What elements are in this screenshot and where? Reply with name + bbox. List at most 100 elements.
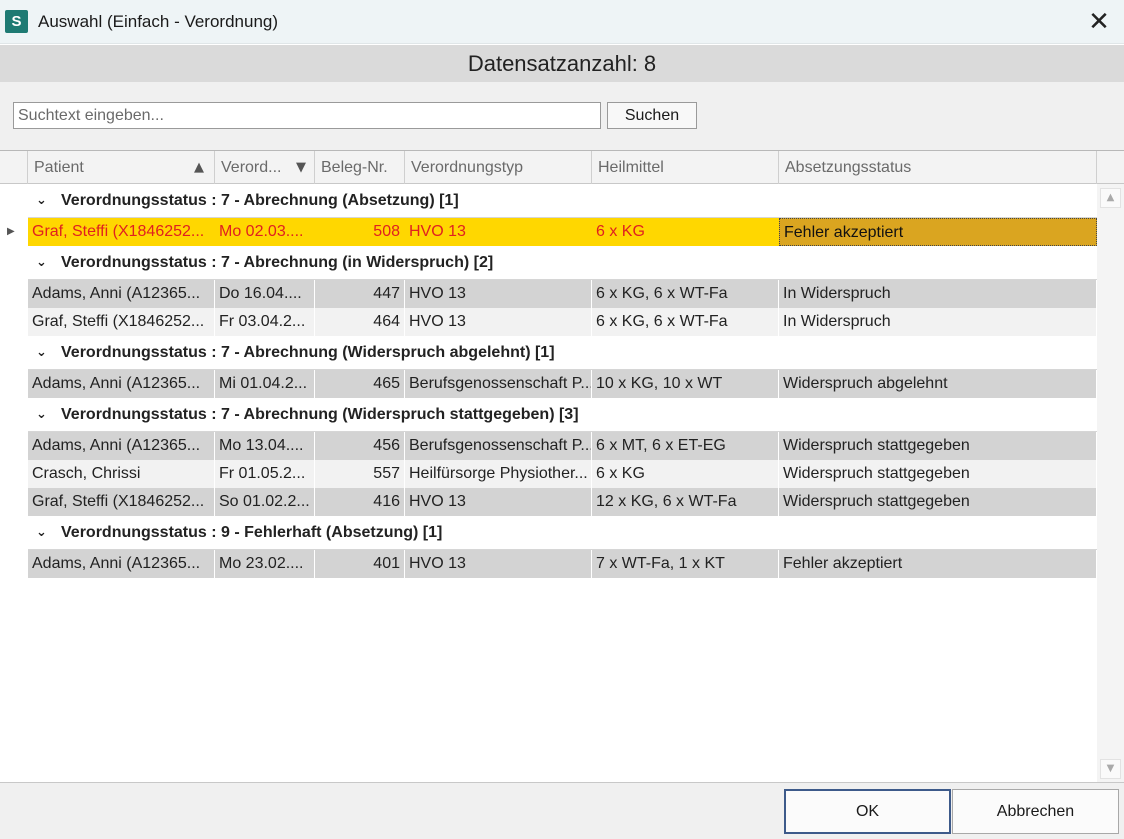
grid-body: ⌄ Verordnungsstatus : 7 - Abrechnung (Abs… bbox=[0, 184, 1097, 783]
column-header-belegnr[interactable]: Beleg-Nr. bbox=[315, 151, 405, 184]
column-header-verordnungstyp[interactable]: Verordnungstyp bbox=[405, 151, 592, 184]
sort-ascending-icon: ▲ bbox=[194, 160, 204, 175]
group-label: Verordnungsstatus : 7 - Abrechnung (Wide… bbox=[61, 406, 579, 423]
cell-belegnr[interactable]: 465 bbox=[315, 370, 405, 398]
cell-absetzungsstatus[interactable]: In Widerspruch bbox=[779, 280, 1097, 308]
table-row[interactable]: Graf, Steffi (X1846252... So 01.02.2... 41… bbox=[28, 488, 1097, 516]
group-label: Verordnungsstatus : 7 - Abrechnung (Abse… bbox=[61, 192, 459, 209]
search-button[interactable]: Suchen bbox=[607, 102, 697, 129]
column-header-patient[interactable]: Patient ▲ bbox=[28, 151, 215, 184]
cell-verordnungstyp[interactable]: Heilfürsorge Physiother... bbox=[405, 460, 592, 488]
scroll-up-icon[interactable]: ▲ bbox=[1100, 188, 1121, 208]
cell-verordnungsdatum[interactable]: Mo 13.04.... bbox=[215, 432, 315, 460]
group-row[interactable]: ⌄ Verordnungsstatus : 7 - Abrechnung (Abs… bbox=[28, 184, 1097, 218]
cell-heilmittel[interactable]: 6 x MT, 6 x ET-EG bbox=[592, 432, 779, 460]
cell-verordnungsdatum[interactable]: Mo 23.02.... bbox=[215, 550, 315, 578]
grid-header: Patient ▲ Verord... ▼ Beleg-Nr. Verordnu… bbox=[0, 151, 1124, 184]
table-row[interactable]: Crasch, Chrissi Fr 01.05.2... 557 Heilfürso… bbox=[28, 460, 1097, 488]
chevron-down-icon[interactable]: ⌄ bbox=[36, 516, 47, 550]
cancel-button[interactable]: Abbrechen bbox=[952, 789, 1119, 834]
cell-patient[interactable]: Graf, Steffi (X1846252... bbox=[28, 488, 215, 516]
chevron-down-icon[interactable]: ⌄ bbox=[36, 398, 47, 432]
group-row[interactable]: ⌄ Verordnungsstatus : 7 - Abrechnung (Wid… bbox=[28, 398, 1097, 432]
search-bar: Suchen bbox=[0, 82, 1124, 150]
dialog-footer: OK Abbrechen bbox=[0, 782, 1124, 839]
cell-absetzungsstatus[interactable]: Fehler akzeptiert bbox=[779, 218, 1097, 246]
cell-patient[interactable]: Graf, Steffi (X1846252... bbox=[28, 308, 215, 336]
cell-belegnr[interactable]: 557 bbox=[315, 460, 405, 488]
group-row[interactable]: ⌄ Verordnungsstatus : 9 - Fehlerhaft (Abs… bbox=[28, 516, 1097, 550]
cell-absetzungsstatus[interactable]: Fehler akzeptiert bbox=[779, 550, 1097, 578]
cell-absetzungsstatus[interactable]: Widerspruch abgelehnt bbox=[779, 370, 1097, 398]
cell-belegnr[interactable]: 508 bbox=[315, 218, 405, 246]
cell-verordnungstyp[interactable]: Berufsgenossenschaft P... bbox=[405, 370, 592, 398]
cell-heilmittel[interactable]: 7 x WT-Fa, 1 x KT bbox=[592, 550, 779, 578]
close-icon[interactable]: ✕ bbox=[1074, 0, 1124, 44]
cell-patient[interactable]: Adams, Anni (A12365... bbox=[28, 550, 215, 578]
current-row-indicator-icon: ▶ bbox=[7, 226, 15, 237]
table-row[interactable]: Adams, Anni (A12365... Mo 23.02.... 401 HVO… bbox=[28, 550, 1097, 578]
app-icon: S bbox=[5, 10, 28, 33]
cell-verordnungstyp[interactable]: HVO 13 bbox=[405, 488, 592, 516]
cell-heilmittel[interactable]: 6 x KG, 6 x WT-Fa bbox=[592, 308, 779, 336]
cell-belegnr[interactable]: 416 bbox=[315, 488, 405, 516]
cell-patient[interactable]: Crasch, Chrissi bbox=[28, 460, 215, 488]
ok-button[interactable]: OK bbox=[784, 789, 951, 834]
cell-heilmittel[interactable]: 6 x KG, 6 x WT-Fa bbox=[592, 280, 779, 308]
cell-patient[interactable]: Graf, Steffi (X1846252... bbox=[28, 218, 215, 246]
column-header-absetzungsstatus[interactable]: Absetzungsstatus bbox=[779, 151, 1097, 184]
chevron-down-icon[interactable]: ⌄ bbox=[36, 246, 47, 280]
cell-verordnungsdatum[interactable]: So 01.02.2... bbox=[215, 488, 315, 516]
cell-heilmittel[interactable]: 12 x KG, 6 x WT-Fa bbox=[592, 488, 779, 516]
cell-belegnr[interactable]: 401 bbox=[315, 550, 405, 578]
cell-verordnungsdatum[interactable]: Fr 03.04.2... bbox=[215, 308, 315, 336]
table-row[interactable]: Adams, Anni (A12365... Mi 01.04.2... 465 Be… bbox=[28, 370, 1097, 398]
sort-descending-icon: ▼ bbox=[296, 160, 306, 175]
cell-belegnr[interactable]: 464 bbox=[315, 308, 405, 336]
cell-heilmittel[interactable]: 6 x KG bbox=[592, 460, 779, 488]
column-header-label: Patient bbox=[34, 159, 84, 176]
scroll-down-icon[interactable]: ▼ bbox=[1100, 759, 1121, 779]
cell-verordnungstyp[interactable]: HVO 13 bbox=[405, 550, 592, 578]
group-label: Verordnungsstatus : 7 - Abrechnung (in W… bbox=[61, 254, 494, 271]
cell-patient[interactable]: Adams, Anni (A12365... bbox=[28, 280, 215, 308]
cell-heilmittel[interactable]: 10 x KG, 10 x WT bbox=[592, 370, 779, 398]
window-title: Auswahl (Einfach - Verordnung) bbox=[38, 12, 279, 31]
cell-absetzungsstatus[interactable]: Widerspruch stattgegeben bbox=[779, 488, 1097, 516]
table-row[interactable]: Graf, Steffi (X1846252... Fr 03.04.2... 46… bbox=[28, 308, 1097, 336]
header-indicator-cell bbox=[0, 151, 28, 184]
cell-patient[interactable]: Adams, Anni (A12365... bbox=[28, 432, 215, 460]
column-header-verordnungsdatum[interactable]: Verord... ▼ bbox=[215, 151, 315, 184]
cell-belegnr[interactable]: 447 bbox=[315, 280, 405, 308]
cell-verordnungsdatum[interactable]: Mi 01.04.2... bbox=[215, 370, 315, 398]
table-row[interactable]: Graf, Steffi (X1846252... Mo 02.03.... 508… bbox=[28, 218, 1097, 246]
cell-verordnungsdatum[interactable]: Do 16.04.... bbox=[215, 280, 315, 308]
search-input[interactable] bbox=[13, 102, 601, 129]
cell-verordnungstyp[interactable]: HVO 13 bbox=[405, 280, 592, 308]
cell-verordnungsdatum[interactable]: Mo 02.03.... bbox=[215, 218, 315, 246]
cell-verordnungsdatum[interactable]: Fr 01.05.2... bbox=[215, 460, 315, 488]
column-header-label: Verord... bbox=[221, 159, 282, 176]
table-row[interactable]: Adams, Anni (A12365... Mo 13.04.... 456 Ber… bbox=[28, 432, 1097, 460]
title-bar: S Auswahl (Einfach - Verordnung) ✕ bbox=[0, 0, 1124, 44]
chevron-down-icon[interactable]: ⌄ bbox=[36, 184, 47, 218]
cell-verordnungstyp[interactable]: HVO 13 bbox=[405, 218, 592, 246]
group-row[interactable]: ⌄ Verordnungsstatus : 7 - Abrechnung (Wid… bbox=[28, 336, 1097, 370]
result-grid: Patient ▲ Verord... ▼ Beleg-Nr. Verordnu… bbox=[0, 150, 1124, 783]
cell-absetzungsstatus[interactable]: In Widerspruch bbox=[779, 308, 1097, 336]
cell-belegnr[interactable]: 456 bbox=[315, 432, 405, 460]
cell-heilmittel[interactable]: 6 x KG bbox=[592, 218, 779, 246]
chevron-down-icon[interactable]: ⌄ bbox=[36, 336, 47, 370]
cell-absetzungsstatus[interactable]: Widerspruch stattgegeben bbox=[779, 432, 1097, 460]
table-row[interactable]: Adams, Anni (A12365... Do 16.04.... 447 HVO… bbox=[28, 280, 1097, 308]
cell-absetzungsstatus[interactable]: Widerspruch stattgegeben bbox=[779, 460, 1097, 488]
record-count: Datensatzanzahl: 8 bbox=[0, 45, 1124, 82]
group-row[interactable]: ⌄ Verordnungsstatus : 7 - Abrechnung (in … bbox=[28, 246, 1097, 280]
group-label: Verordnungsstatus : 7 - Abrechnung (Wide… bbox=[61, 344, 555, 361]
column-header-heilmittel[interactable]: Heilmittel bbox=[592, 151, 779, 184]
group-label: Verordnungsstatus : 9 - Fehlerhaft (Abse… bbox=[61, 524, 443, 541]
cell-patient[interactable]: Adams, Anni (A12365... bbox=[28, 370, 215, 398]
cell-verordnungstyp[interactable]: Berufsgenossenschaft P... bbox=[405, 432, 592, 460]
vertical-scrollbar[interactable]: ▲ ▼ bbox=[1097, 184, 1124, 783]
cell-verordnungstyp[interactable]: HVO 13 bbox=[405, 308, 592, 336]
